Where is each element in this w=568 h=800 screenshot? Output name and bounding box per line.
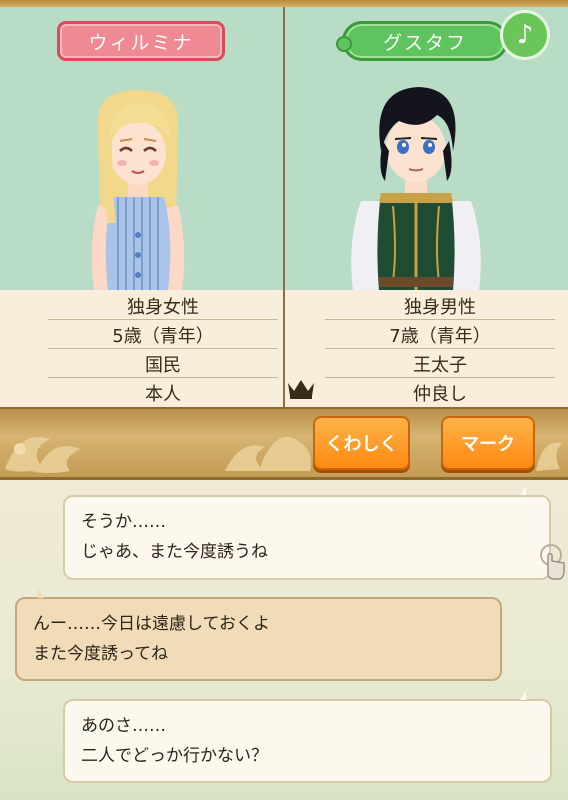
- ornament-left-icon: [5, 437, 80, 473]
- chat-bubble: あのさ…… 二人でどっか行かない？: [63, 699, 552, 783]
- ornament-center-icon: [225, 436, 311, 471]
- age-row: 5歳（青年）: [48, 321, 278, 349]
- top-frame: [0, 0, 568, 7]
- right-profile-info: 独身男性 7歳（青年） 王太子 仲良し: [285, 290, 568, 407]
- male-character-avatar: [351, 87, 481, 290]
- crown-icon: [288, 380, 314, 399]
- left-profile-info: 独身女性 5歳（青年） 国民 本人: [0, 290, 283, 407]
- chat-line: また今度誘ってね: [33, 644, 169, 664]
- chat-line: 二人でどっか行かない？: [81, 746, 268, 766]
- relation-row: 仲良し: [413, 384, 467, 405]
- title-row: 王太子: [325, 350, 555, 378]
- bubble-tail-icon: [520, 485, 526, 495]
- details-button[interactable]: くわしく: [313, 416, 410, 470]
- mark-button[interactable]: マーク: [441, 416, 535, 470]
- bubble-tail-icon: [38, 588, 44, 598]
- tap-hand-icon: [540, 544, 565, 580]
- status-row: 独身女性: [48, 292, 278, 320]
- chat-bubble: んー……今日は遠慮しておくよ また今度誘ってね: [15, 597, 502, 681]
- chat-line: そうか……: [81, 512, 166, 532]
- title-row: 国民: [48, 350, 278, 378]
- chat-bubble: そうか…… じゃあ、また今度誘うね: [63, 495, 551, 580]
- chat-line: あのさ……: [81, 716, 166, 736]
- ornament-right-icon: [536, 442, 562, 471]
- status-row: 独身男性: [325, 292, 555, 320]
- music-note-icon[interactable]: ♪: [500, 10, 550, 60]
- bubble-tail-icon: [520, 690, 526, 700]
- age-row: 7歳（青年）: [325, 321, 555, 349]
- chat-line: んー……今日は遠慮しておくよ: [33, 614, 270, 634]
- chat-line: じゃあ、また今度誘うね: [81, 542, 268, 562]
- female-name-label: ウィルミナ: [57, 21, 225, 61]
- relation-row: 本人: [145, 384, 181, 405]
- female-character-avatar: [91, 90, 185, 290]
- left-character-panel: ウィルミナ: [0, 7, 283, 290]
- male-name-label: グスタフ: [336, 21, 508, 61]
